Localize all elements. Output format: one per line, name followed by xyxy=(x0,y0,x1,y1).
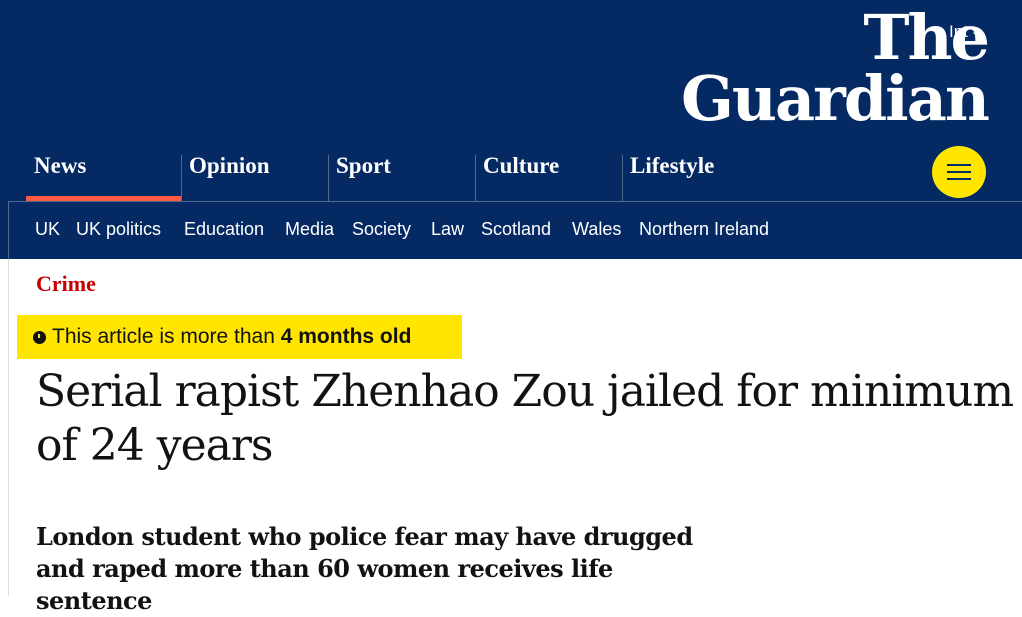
pillar-divider xyxy=(181,155,182,201)
hamburger-icon-bar xyxy=(947,178,971,180)
article-content: Crime This article is more than 4 months… xyxy=(8,259,1022,615)
section-tag[interactable]: Crime xyxy=(36,271,96,297)
menu-button[interactable] xyxy=(932,146,986,198)
article-standfirst: London student who police fear may have … xyxy=(36,522,693,615)
subnav-law[interactable]: Law xyxy=(431,219,464,240)
subnav-wales[interactable]: Wales xyxy=(572,219,621,240)
pillar-label: Lifestyle xyxy=(630,153,715,178)
pillar-news[interactable]: News xyxy=(26,145,181,201)
logo-line-2: Guardian xyxy=(680,62,990,135)
sub-navigation: UK UK politics Education Media Society L… xyxy=(8,201,1022,259)
pillar-label: News xyxy=(34,153,87,178)
pillar-lifestyle[interactable]: Lifestyle xyxy=(622,145,769,201)
pillar-culture[interactable]: Culture xyxy=(475,145,622,201)
subnav-scotland[interactable]: Scotland xyxy=(481,219,551,240)
article-headline: Serial rapist Zhenhao Zou jailed for min… xyxy=(36,366,1014,471)
hamburger-icon-bar xyxy=(947,171,971,173)
age-warning-text: This article is more than xyxy=(52,325,281,348)
age-warning: This article is more than 4 months old xyxy=(17,315,462,359)
subnav-uk[interactable]: UK xyxy=(35,219,60,240)
subnav-society[interactable]: Society xyxy=(352,219,411,240)
subnav-education[interactable]: Education xyxy=(184,219,264,240)
pillar-divider xyxy=(475,155,476,201)
subnav-uk-politics[interactable]: UK politics xyxy=(76,219,161,240)
pillar-nav: News Opinion Sport Culture Lifestyle xyxy=(0,145,1022,201)
hamburger-icon xyxy=(947,164,971,166)
pillar-sport[interactable]: Sport xyxy=(328,145,475,201)
pillar-opinion[interactable]: Opinion xyxy=(181,145,328,201)
pillar-label: Culture xyxy=(483,153,560,178)
pillar-label: Sport xyxy=(336,153,391,178)
clock-icon xyxy=(33,331,46,344)
age-warning-value: 4 months old xyxy=(280,325,412,348)
pillar-divider xyxy=(622,155,623,201)
logo-line-1: The xyxy=(863,1,990,74)
site-header: Int ⌄ The Guardian News Opinion Sport Cul… xyxy=(0,0,1022,259)
guardian-logo[interactable]: The Guardian xyxy=(680,1,990,135)
pillar-label: Opinion xyxy=(189,153,270,178)
subnav-northern-ireland[interactable]: Northern Ireland xyxy=(639,219,769,240)
pillar-divider xyxy=(328,155,329,201)
subnav-media[interactable]: Media xyxy=(285,219,334,240)
